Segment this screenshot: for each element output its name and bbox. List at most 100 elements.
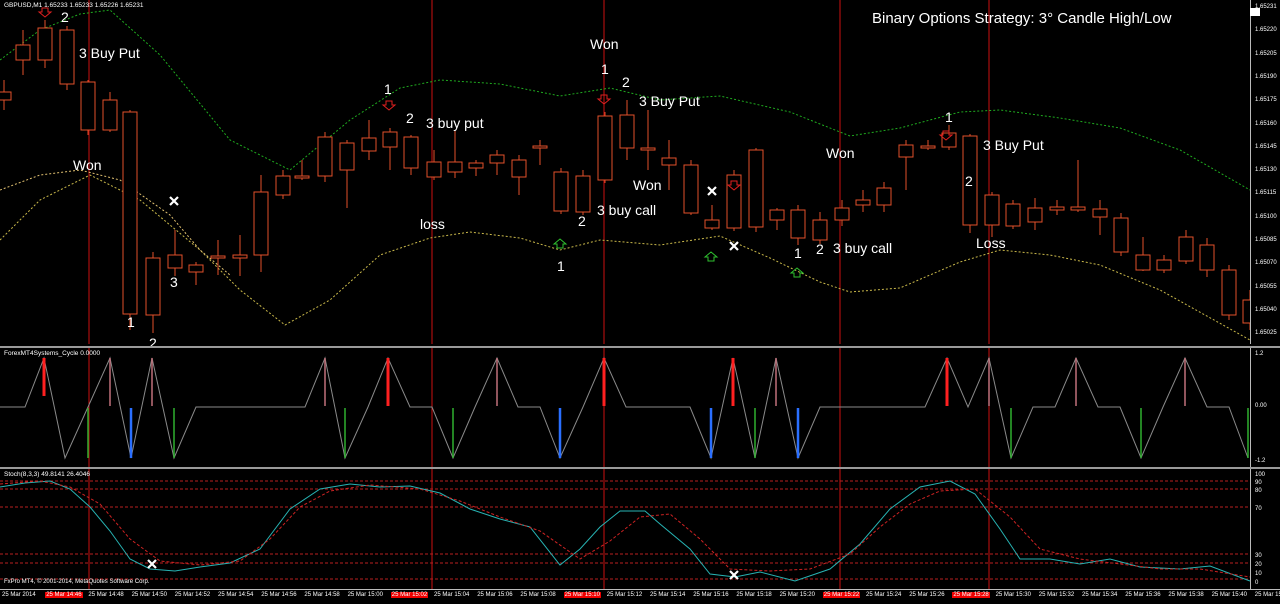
candle-body [253,191,269,256]
stochastic-title: Stoch(8,3,3) 49.8141 26.4046 [4,471,91,478]
middle-band [0,169,231,276]
price-tick-label: 1.65100 [1255,213,1277,220]
candle-body [1027,207,1043,223]
candle-body [726,174,742,229]
time-label: 25 Mar 15:32 [1038,592,1075,598]
time-label: 25 Mar 14:54 [218,592,254,598]
time-label-highlighted: 25 Mar 15:22 [822,592,861,598]
candle-body [426,161,442,178]
chart-annotation: 2 [61,9,69,25]
candle-body [1070,206,1086,211]
candle-body [640,147,656,151]
candle-body [769,209,785,221]
stochastic-tick-label: 0 [1255,580,1259,586]
chart-annotation: 1 [557,258,565,274]
chart-shift-marker[interactable] [1250,8,1260,16]
candle-body [122,111,138,315]
stochastic-tick-label: 90 [1255,480,1262,486]
time-label: 25 Mar 15:24 [866,592,902,598]
sell-arrow-icon [37,7,53,18]
candle-body [0,91,12,101]
strategy-title: Binary Options Strategy: 3° Candle High/… [872,10,1172,27]
candle-body [553,171,569,212]
candle-body [294,175,310,179]
stochastic-scale[interactable]: 100 90 80 70 30 20 10 0 [1250,469,1280,591]
candle-body [468,162,484,169]
time-label: 25 Mar 15:14 [650,592,686,598]
candle-body [339,142,355,171]
candle-body [489,154,505,164]
candle-body [59,29,75,85]
time-label: 25 Mar 15:12 [606,592,643,598]
chart-annotation: Won [633,177,662,193]
chart-annotation: 3 buy put [426,115,484,131]
chart-annotation: 1 [794,245,802,261]
cycle-scale[interactable]: 1.2 0.00 -1.2 [1250,348,1280,467]
price-tick-label: 1.65205 [1255,50,1277,57]
candle-body [1049,206,1065,211]
chart-annotation: Won [73,157,102,173]
chart-annotation: 2 [965,173,973,189]
stochastic-tick-label: 80 [1255,488,1262,494]
time-label: 25 Mar 15:38 [1168,592,1204,598]
x-mark-icon [147,559,157,569]
chart-annotation: 3 Buy Put [983,137,1044,153]
price-tick-label: 1.65070 [1255,260,1277,267]
chart-annotation: 3 buy call [833,240,893,256]
price-scale[interactable]: 1.65231 1.65220 1.65205 1.65190 1.65175 1.651… [1250,0,1280,344]
chart-annotation: 3 Buy Put [79,45,140,61]
stochastic-pane[interactable]: Stoch(8,3,3) 49.8141 26.4046 100 90 80 70 30… [0,467,1280,591]
time-label: 25 Mar 15:16 [693,592,729,598]
time-label: 25 Mar 15:20 [779,592,815,598]
symbol-label: GBPUSD,M1 1.65233 1.65233 1.65226 1.6523… [4,2,144,9]
time-label: 25 Mar 15:36 [1125,592,1161,598]
stochastic-tick-label: 10 [1255,571,1262,577]
candle-body [102,99,118,131]
stochastic-tick-label: 30 [1255,553,1262,559]
candlestick-chart [0,0,1258,344]
candle-body [361,137,377,152]
chart-annotation: 2 [578,213,586,229]
price-tick-label: 1.65115 [1255,190,1277,197]
chart-annotation: Loss [976,235,1006,251]
time-label: 25 Mar 15:18 [736,592,772,598]
time-axis[interactable]: 25 Mar 2014 25 Mar 14:46 25 Mar 14:48 25 Ma… [0,589,1280,604]
price-tick-label: 1.65220 [1255,27,1277,34]
price-tick-label: 1.65190 [1255,73,1277,80]
candle-body [403,136,419,169]
candle-body [597,115,613,181]
price-tick-label: 1.65145 [1255,143,1277,150]
price-tick-label: 1.65175 [1255,97,1277,104]
x-mark-icon [729,241,739,251]
chart-annotation: 2 [622,74,630,90]
time-label: 25 Mar 15:04 [434,592,470,598]
candle-body [188,264,204,273]
lower-band [0,174,1251,341]
candle-body [812,219,828,241]
candle-body [834,207,850,221]
time-label: 25 Mar 15:00 [347,592,383,598]
candle-body [382,131,398,148]
chart-annotation: 3 Buy Put [639,93,700,109]
price-chart-pane[interactable]: GBPUSD,M1 1.65233 1.65233 1.65226 1.6523… [0,0,1280,350]
chart-annotation: 3 [170,274,178,290]
price-tick-label: 1.65055 [1255,283,1277,290]
candle-body [661,157,677,166]
time-label: 25 Mar 15:06 [477,592,513,598]
cycle-tick-label: 0.00 [1255,403,1267,409]
candle-body [80,81,96,131]
chart-annotation: Won [826,145,855,161]
time-label: 25 Mar 15:08 [520,592,556,598]
candle-body [532,145,548,149]
x-mark-icon [169,196,179,206]
cycle-indicator-pane[interactable]: ForexMT4Systems_Cycle 0.0000 1.2 0.00 -1.2 [0,346,1280,467]
time-label: 25 Mar 14:56 [261,592,297,598]
chart-annotation: 1 [127,314,135,330]
time-label-highlighted: 25 Mar 15:10 [563,592,601,598]
chart-annotation: 2 [406,110,414,126]
time-label: 25 Mar 14:50 [131,592,167,598]
buy-arrow-icon [703,251,719,262]
candle-body [1092,208,1108,218]
stochastic-tick-label: 70 [1255,506,1262,512]
price-tick-label: 1.65025 [1255,330,1277,337]
